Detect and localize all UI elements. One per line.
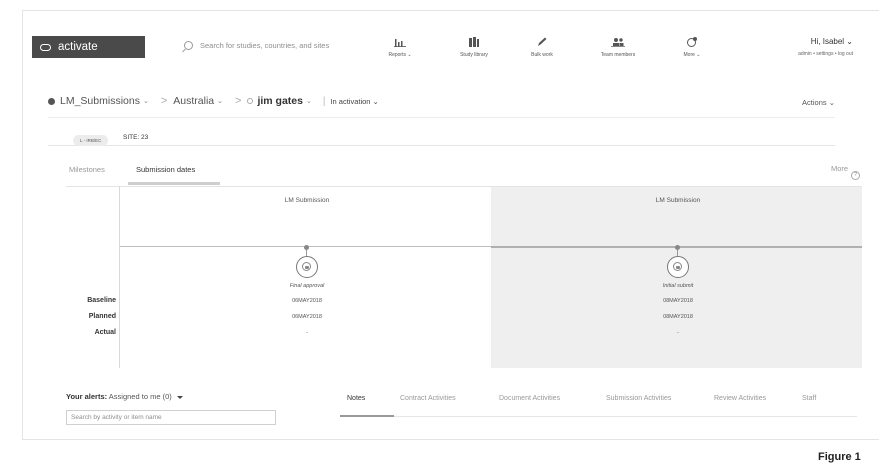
nav-bulk-work-label: Bulk work [531, 52, 553, 58]
person-icon [247, 98, 254, 104]
tab-staff[interactable]: Staff [802, 395, 816, 402]
team-icon [611, 38, 625, 47]
caret-down-icon[interactable] [176, 395, 183, 399]
user-greeting[interactable]: Hi, Isabel ⌄ [798, 37, 853, 46]
actual-date: - [306, 330, 308, 336]
user-menu[interactable]: Hi, Isabel ⌄ admin • settings • log out [798, 37, 853, 57]
active-tab-indicator [128, 182, 220, 185]
breadcrumb-country[interactable]: Australia [173, 95, 214, 107]
global-search-input[interactable] [200, 41, 380, 50]
nav-team-members-label: Team members [600, 52, 636, 58]
breadcrumb-divider: | [322, 95, 326, 107]
timeline-column-header: LM Submission [655, 197, 701, 204]
milestone-name: Final approval [289, 283, 325, 289]
tab-submission-activities[interactable]: Submission Activities [606, 395, 671, 402]
timeline-label-divider [119, 186, 120, 368]
nav-more[interactable]: More ⌄ [667, 37, 717, 58]
site-status-dropdown[interactable]: In activation ⌄ [330, 97, 378, 106]
logo-mark-icon [40, 43, 51, 51]
nav-more-label: More ⌄ [683, 52, 701, 58]
bottom-tabs-rule [394, 416, 857, 417]
milestone-folder-icon[interactable] [296, 256, 318, 278]
tab-document-activities[interactable]: Document Activities [499, 395, 560, 402]
search-icon [184, 41, 193, 50]
library-icon [469, 37, 479, 47]
study-status-dot [48, 97, 55, 105]
milestone-folder-icon[interactable] [667, 256, 689, 278]
divider [48, 117, 835, 118]
milestone-name: Initial submit [662, 283, 694, 289]
tab-notes[interactable]: Notes [347, 395, 365, 402]
nav-study-library-label: Study library [460, 52, 488, 58]
row-label-actual: Actual [94, 329, 116, 336]
global-search[interactable] [184, 41, 380, 50]
tab-submission-dates[interactable]: Submission dates [136, 165, 195, 174]
nav-study-library[interactable]: Study library [449, 37, 499, 58]
chevron-down-icon[interactable]: ⌄ [217, 97, 223, 105]
tab-review-activities[interactable]: Review Activities [714, 395, 766, 402]
row-label-baseline: Baseline [87, 297, 116, 304]
alerts-header[interactable]: Your alerts: Assigned to me (0) [66, 392, 183, 401]
logo-text: activate [58, 41, 98, 53]
chevron-down-icon[interactable]: ⌄ [143, 97, 149, 105]
chevron-down-icon[interactable]: ⌄ [306, 97, 312, 105]
baseline-date: 08MAY2018 [663, 298, 693, 304]
context-bar: LM_Submissions ⌄ > Australia ⌄ > jim gat… [48, 90, 835, 146]
planned-date: 08MAY2018 [663, 314, 693, 320]
alerts-title: Your alerts: [66, 392, 108, 401]
breadcrumb: LM_Submissions ⌄ > Australia ⌄ > jim gat… [48, 95, 379, 107]
active-bottom-tab-indicator [340, 415, 394, 417]
reports-icon [394, 39, 406, 47]
planned-date: 06MAY2018 [292, 314, 322, 320]
nav-reports-label: Reports ⌄ [388, 52, 412, 58]
tab-milestones[interactable]: Milestones [69, 165, 105, 174]
help-icon[interactable]: ? [851, 171, 860, 180]
row-label-planned: Planned [88, 313, 116, 320]
app-logo[interactable]: activate [32, 36, 145, 58]
nav-reports[interactable]: Reports ⌄ [375, 37, 425, 58]
site-type-badge: L - IRB/EC [73, 135, 109, 146]
breadcrumb-separator-icon: > [160, 95, 168, 107]
actions-menu[interactable]: Actions ⌄ [802, 98, 835, 107]
breadcrumb-site-person[interactable]: jim gates [257, 95, 303, 107]
more-icon [687, 37, 697, 47]
baseline-date: 06MAY2018 [292, 298, 322, 304]
actual-date: - [677, 330, 679, 336]
figure-caption: Figure 1 [818, 451, 861, 463]
alerts-filter[interactable]: Assigned to me (0) [109, 392, 172, 401]
timeline-column-header: LM Submission [284, 197, 330, 204]
pencil-icon [538, 37, 547, 46]
breadcrumb-separator-icon: > [235, 95, 242, 107]
alerts-search-input[interactable] [66, 410, 276, 425]
tab-contract-activities[interactable]: Contract Activities [400, 395, 456, 402]
site-label: SITE: 23 [123, 134, 149, 141]
breadcrumb-study[interactable]: LM_Submissions [60, 95, 140, 107]
user-links[interactable]: admin • settings • log out [798, 51, 853, 57]
more-link[interactable]: More [831, 164, 848, 173]
nav-bulk-work[interactable]: Bulk work [517, 37, 567, 58]
nav-team-members[interactable]: Team members [593, 37, 643, 58]
